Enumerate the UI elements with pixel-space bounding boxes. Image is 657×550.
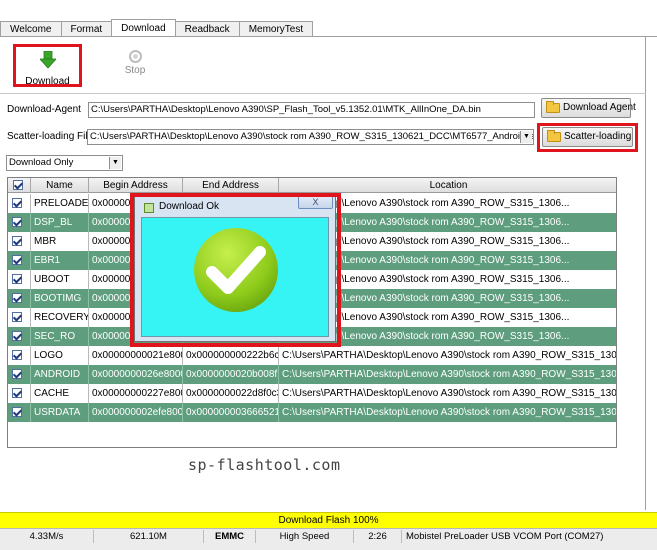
row-select-cell	[8, 194, 31, 213]
cell-begin: 0x000000002efe8000	[89, 403, 183, 422]
status-bar: 4.33M/s 621.10M EMMC High Speed 2:26 Mob…	[0, 528, 657, 550]
chevron-down-icon[interactable]: ▼	[109, 157, 121, 169]
row-select-cell	[8, 251, 31, 270]
cell-end: 0x0000000036665213	[183, 403, 279, 422]
progress-bar: Download Flash 100%	[0, 512, 657, 528]
row-select-cell	[8, 213, 31, 232]
cell-name: BOOTIMG	[31, 289, 89, 308]
select-all-checkbox[interactable]	[13, 180, 23, 190]
cell-end: 0x0000000022d8f0c3	[183, 384, 279, 403]
chevron-down-icon[interactable]: ▼	[520, 131, 532, 143]
row-checkbox[interactable]	[12, 331, 22, 341]
cell-location: C:\Users\PARTHA\Desktop\Lenovo A390\stoc…	[282, 350, 617, 361]
cell-name: USRDATA	[31, 403, 89, 422]
tab-strip: Welcome Format Download Readback MemoryT…	[0, 19, 314, 37]
toolbar-separator	[0, 93, 646, 94]
row-checkbox[interactable]	[12, 388, 22, 398]
cell-name: PRELOADER	[31, 194, 89, 213]
table-row[interactable]: CACHE 0x00000000227e8000 0x0000000022d8f0c…	[8, 384, 617, 403]
row-checkbox[interactable]	[12, 312, 22, 322]
row-select-cell	[8, 232, 31, 251]
cell-name: MBR	[31, 232, 89, 251]
stop-button-label: Stop	[124, 65, 146, 76]
download-agent-button[interactable]: Download Agent	[541, 98, 636, 118]
status-time: 2:26	[354, 530, 402, 543]
table-header: Name Begin Address End Address Location	[8, 178, 616, 193]
status-usb-speed: High Speed	[256, 530, 354, 543]
download-mode-select[interactable]: Download Only ▼	[6, 155, 123, 171]
status-storage: EMMC	[204, 530, 256, 543]
cell-end: 0x0000000020b008f7	[183, 365, 279, 384]
cell-name: EBR1	[31, 251, 89, 270]
header-name[interactable]: Name	[31, 178, 89, 193]
status-port: Mobistel PreLoader USB VCOM Port (COM27)	[406, 531, 604, 542]
cell-begin: 0x00000000227e8000	[89, 384, 183, 403]
download-agent-label: Download-Agent	[7, 104, 81, 115]
cell-name: DSP_BL	[31, 213, 89, 232]
cell-begin: 0x00000000021e8000	[89, 346, 183, 365]
status-size: 621.10M	[94, 530, 204, 543]
scatter-file-label: Scatter-loading File	[7, 131, 94, 142]
cell-name: LOGO	[31, 346, 89, 365]
scatter-file-value: C:\Users\PARTHA\Desktop\Lenovo A390\stoc…	[90, 131, 534, 142]
download-agent-button-label: Download Agent	[563, 102, 636, 113]
folder-icon	[546, 101, 560, 113]
cell-location: C:\Users\PARTHA\Desktop\Lenovo A390\stoc…	[282, 407, 617, 418]
row-select-cell	[8, 346, 31, 365]
table-row[interactable]: USRDATA 0x000000002efe8000 0x0000000036665…	[8, 403, 617, 422]
tab-format[interactable]: Format	[60, 21, 113, 37]
scatter-file-input[interactable]: C:\Users\PARTHA\Desktop\Lenovo A390\stoc…	[87, 129, 534, 145]
row-select-cell	[8, 289, 31, 308]
row-checkbox[interactable]	[12, 236, 22, 246]
row-checkbox[interactable]	[12, 369, 22, 379]
cell-name: ANDROID	[31, 365, 89, 384]
cell-name: CACHE	[31, 384, 89, 403]
download-button[interactable]: Download	[13, 44, 82, 87]
row-checkbox[interactable]	[12, 255, 22, 265]
row-checkbox[interactable]	[12, 407, 22, 417]
table-row[interactable]: LOGO 0x00000000021e8000 0x000000000222b6c1…	[8, 346, 617, 365]
row-select-cell	[8, 365, 31, 384]
row-checkbox[interactable]	[12, 198, 22, 208]
row-select-cell	[8, 384, 31, 403]
row-checkbox[interactable]	[12, 293, 22, 303]
status-speed: 4.33M/s	[0, 530, 94, 543]
header-select-all[interactable]	[8, 178, 31, 193]
cell-name: SEC_RO	[31, 327, 89, 346]
cell-begin: 0x0000000026e8000	[89, 365, 183, 384]
row-select-cell	[8, 270, 31, 289]
tab-download[interactable]: Download	[111, 19, 176, 37]
cell-location: C:\Users\PARTHA\Desktop\Lenovo A390\stoc…	[282, 369, 617, 380]
tab-readback[interactable]: Readback	[174, 21, 240, 37]
header-end-address[interactable]: End Address	[183, 178, 279, 193]
progress-label: Download Flash 100%	[278, 515, 379, 526]
header-begin-address[interactable]: Begin Address	[89, 178, 183, 193]
download-button-label: Download	[25, 76, 70, 87]
download-agent-input[interactable]: C:\Users\PARTHA\Desktop\Lenovo A390\SP_F…	[88, 102, 535, 118]
download-arrow-icon	[38, 50, 57, 69]
row-checkbox[interactable]	[12, 350, 22, 360]
watermark-text: sp-flashtool.com	[188, 456, 341, 474]
scatter-highlight-box	[537, 123, 638, 152]
stop-button[interactable]: Stop	[110, 50, 160, 76]
row-checkbox[interactable]	[12, 217, 22, 227]
cell-name: RECOVERY	[31, 308, 89, 327]
stop-icon	[128, 50, 142, 63]
row-select-cell	[8, 308, 31, 327]
row-select-cell	[8, 403, 31, 422]
row-select-cell	[8, 327, 31, 346]
cell-end: 0x000000000222b6c1	[183, 346, 279, 365]
row-checkbox[interactable]	[12, 274, 22, 284]
cell-name: UBOOT	[31, 270, 89, 289]
tab-welcome[interactable]: Welcome	[0, 21, 62, 37]
cell-location: C:\Users\PARTHA\Desktop\Lenovo A390\stoc…	[282, 388, 617, 399]
header-location[interactable]: Location	[279, 178, 616, 193]
download-mode-value: Download Only	[9, 157, 74, 168]
table-row[interactable]: ANDROID 0x0000000026e8000 0x0000000020b008…	[8, 365, 617, 384]
tab-memorytest[interactable]: MemoryTest	[238, 21, 314, 37]
dialog-highlight-box	[130, 193, 341, 347]
